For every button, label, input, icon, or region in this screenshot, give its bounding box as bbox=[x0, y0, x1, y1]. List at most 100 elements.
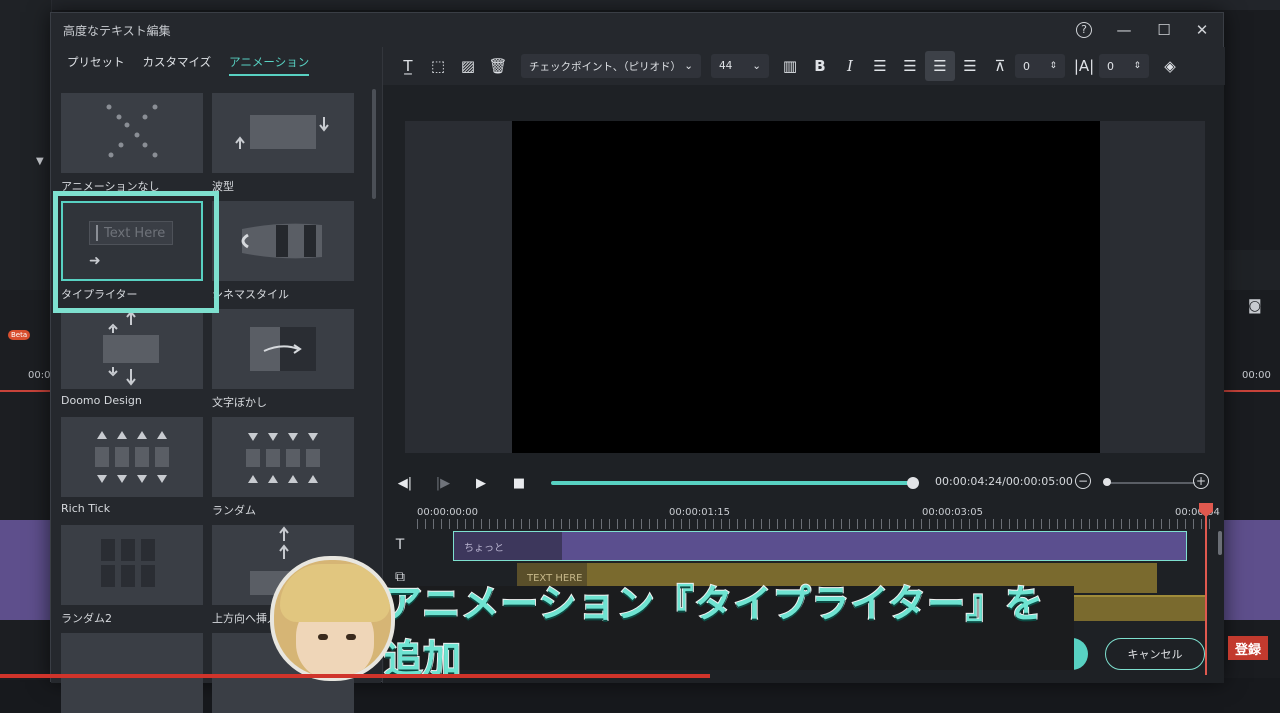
tab-customize[interactable]: カスタマイズ bbox=[143, 54, 212, 76]
line-spacing-icon[interactable]: ⊼ bbox=[985, 51, 1015, 81]
add-text-icon[interactable]: T̲ bbox=[393, 51, 423, 81]
tab-preset[interactable]: プリセット bbox=[67, 54, 125, 76]
background-timeline-left bbox=[0, 290, 52, 680]
bold-icon[interactable]: B bbox=[805, 51, 835, 81]
playback-progress[interactable] bbox=[551, 481, 911, 485]
italic-icon[interactable]: I bbox=[835, 51, 865, 81]
image-icon[interactable]: ▨ bbox=[453, 51, 483, 81]
animation-item-random2[interactable]: ランダム2 bbox=[61, 525, 203, 626]
align-center-icon[interactable]: ☰ bbox=[925, 51, 955, 81]
avatar-hair bbox=[280, 564, 390, 622]
random-icon bbox=[212, 417, 354, 497]
beta-badge: Beta bbox=[8, 330, 30, 340]
font-value: チェックポイント、（ピリオド） bbox=[529, 59, 681, 74]
animation-item-rich-tick[interactable]: Rich Tick bbox=[61, 417, 203, 515]
playback-knob[interactable] bbox=[907, 477, 919, 489]
text-clip[interactable]: ちょっと bbox=[453, 531, 1187, 561]
animation-thumb bbox=[61, 417, 203, 497]
close-icon: ✕ bbox=[1196, 21, 1209, 39]
tab-animation[interactable]: アニメーション bbox=[229, 54, 309, 76]
sparkle-x-icon bbox=[61, 93, 203, 173]
background-clip-left bbox=[0, 520, 52, 620]
playhead[interactable] bbox=[1205, 505, 1207, 675]
animation-item-cinema[interactable]: シネマスタイル bbox=[212, 201, 354, 302]
background-right-panel bbox=[1222, 250, 1280, 290]
char-spacing-value: 0 bbox=[1107, 60, 1114, 73]
animation-item-more-1[interactable] bbox=[61, 633, 203, 713]
timeline-scrollbar[interactable] bbox=[1218, 531, 1222, 555]
line-spacing-value: 0 bbox=[1023, 60, 1030, 73]
subscribe-badge[interactable]: 登録 bbox=[1228, 636, 1268, 660]
font-size-value: 44 bbox=[719, 60, 732, 72]
prev-frame-icon[interactable]: ◀| bbox=[389, 469, 421, 497]
animation-thumb bbox=[212, 309, 354, 389]
selection-border bbox=[61, 201, 203, 281]
align-right-icon[interactable]: ☰ bbox=[895, 51, 925, 81]
animation-item-wave[interactable]: 波型 bbox=[212, 93, 354, 194]
text-track-icon: T bbox=[391, 537, 409, 555]
ruler-ticks bbox=[417, 519, 1217, 529]
align-left-icon[interactable]: ☰ bbox=[865, 51, 895, 81]
animation-label: Doomo Design bbox=[61, 394, 203, 407]
font-size-select[interactable]: 44 ⌄ bbox=[711, 54, 769, 78]
animation-item-none[interactable]: アニメーションなし bbox=[61, 93, 203, 194]
stepper-icon: ⇕ bbox=[1049, 61, 1057, 71]
font-select[interactable]: チェックポイント、（ピリオド）⌄ bbox=[521, 54, 701, 78]
close-button[interactable]: ✕ bbox=[1187, 19, 1217, 41]
animation-thumb bbox=[61, 309, 203, 389]
background-time-right: 00:00 bbox=[1242, 370, 1271, 381]
ruler-time: 00:00:04 bbox=[1175, 507, 1220, 518]
chevron-down-icon: ⌄ bbox=[752, 60, 761, 72]
ruler-time: 00:00:01:15 bbox=[669, 507, 730, 518]
animation-thumb bbox=[61, 93, 203, 173]
animation-item-doomo[interactable]: Doomo Design bbox=[61, 309, 203, 407]
layers-icon[interactable]: ◈ bbox=[1155, 51, 1185, 81]
line-spacing-input[interactable]: 0⇕ bbox=[1015, 54, 1065, 78]
cinema-icon bbox=[212, 201, 354, 281]
animation-item-random[interactable]: ランダム bbox=[212, 417, 354, 518]
panel-scrollbar[interactable] bbox=[372, 89, 376, 199]
help-icon: ? bbox=[1076, 22, 1092, 38]
wave-arrows-icon bbox=[212, 93, 354, 173]
char-style-icon[interactable]: ▥ bbox=[775, 51, 805, 81]
trash-icon[interactable]: 🗑 bbox=[483, 51, 513, 81]
animation-label: ランダム bbox=[212, 502, 354, 518]
stepper-icon: ⇕ bbox=[1133, 61, 1141, 71]
animation-label: ランダム2 bbox=[61, 610, 203, 626]
maximize-icon: ☐ bbox=[1157, 21, 1170, 39]
animation-thumb bbox=[61, 633, 203, 713]
align-justify-icon[interactable]: ☰ bbox=[955, 51, 985, 81]
zoom-knob[interactable] bbox=[1103, 478, 1111, 486]
char-spacing-input[interactable]: 0⇕ bbox=[1099, 54, 1149, 78]
background-ruler-line-left bbox=[0, 390, 52, 392]
animation-label: シネマスタイル bbox=[212, 286, 354, 302]
background-top-bar bbox=[0, 0, 1280, 10]
background-ruler-line-right bbox=[1222, 390, 1280, 392]
play-icon[interactable]: ▶ bbox=[465, 469, 497, 497]
char-spacing-icon[interactable]: |A| bbox=[1069, 51, 1099, 81]
caption-banner: アニメーション『タイプライター』を追加 bbox=[384, 586, 1074, 670]
zoom-out-icon[interactable]: − bbox=[1075, 473, 1091, 489]
zoom-in-icon[interactable]: + bbox=[1193, 473, 1209, 489]
camera-icon[interactable]: ◙ bbox=[1248, 298, 1262, 314]
stop-icon[interactable]: ■ bbox=[503, 469, 535, 497]
animation-item-blur[interactable]: 文字ぼかし bbox=[212, 309, 354, 410]
animation-label: Rich Tick bbox=[61, 502, 203, 515]
help-button[interactable]: ? bbox=[1069, 19, 1099, 41]
timeline-ruler[interactable]: 00:00:00:00 00:00:01:15 00:00:03:05 00:0… bbox=[417, 503, 1217, 529]
minimize-button[interactable]: — bbox=[1109, 19, 1139, 41]
zoom-slider[interactable] bbox=[1105, 482, 1195, 484]
rich-tick-icon bbox=[61, 417, 203, 497]
video-progress-bar bbox=[0, 674, 710, 678]
dropdown-arrow-icon[interactable]: ▼ bbox=[36, 156, 44, 167]
crop-icon[interactable]: ⬚ bbox=[423, 51, 453, 81]
text-clip-label: ちょっと bbox=[464, 539, 504, 554]
cancel-button[interactable]: キャンセル bbox=[1105, 638, 1205, 670]
background-clip-right bbox=[1222, 520, 1280, 620]
dialog-titlebar: 高度なテキスト編集 bbox=[51, 13, 1223, 47]
maximize-button[interactable]: ☐ bbox=[1149, 19, 1179, 41]
video-preview[interactable] bbox=[512, 121, 1100, 453]
next-frame-icon[interactable]: |▶ bbox=[427, 469, 459, 497]
animation-thumb bbox=[61, 525, 203, 605]
avatar-eye bbox=[318, 634, 328, 640]
